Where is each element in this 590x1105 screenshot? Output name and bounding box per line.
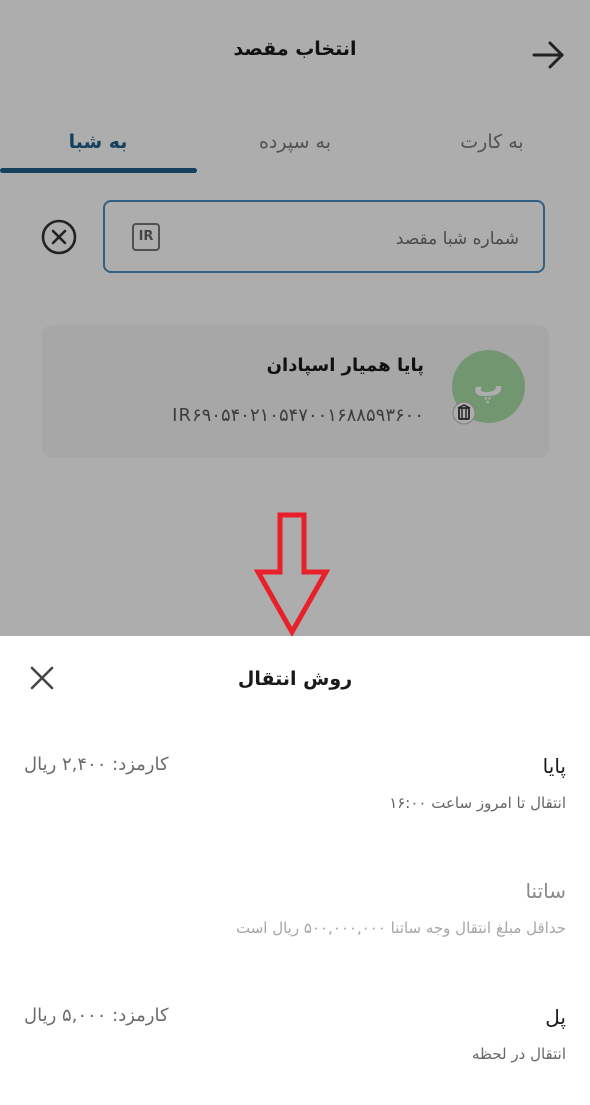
transfer-method-sheet: روش انتقال پایا انتقال تا امروز ساعت ۱۶:… [0, 636, 590, 1101]
option-pol[interactable]: پل انتقال در لحظه کارمزد: ۵,۰۰۰ ریال [0, 1005, 590, 1105]
option-paya[interactable]: پایا انتقال تا امروز ساعت ۱۶:۰۰ کارمزد: … [0, 754, 590, 854]
option-name: پل [545, 1005, 566, 1029]
option-description: انتقال تا امروز ساعت ۱۶:۰۰ [389, 794, 566, 812]
down-arrow-annotation-icon [254, 512, 330, 636]
option-description: انتقال در لحظه [472, 1045, 566, 1063]
option-fee: کارمزد: ۲,۴۰۰ ریال [24, 754, 169, 775]
option-name: پایا [542, 754, 566, 778]
sheet-title: روش انتقال [237, 668, 353, 690]
option-description: حداقل مبلغ انتقال وجه ساتنا ۵۰۰,۰۰۰,۰۰۰ … [235, 919, 566, 937]
option-name: ساتنا [525, 879, 566, 903]
close-icon[interactable] [28, 664, 56, 692]
option-satna: ساتنا حداقل مبلغ انتقال وجه ساتنا ۵۰۰,۰۰… [0, 879, 590, 979]
option-fee: کارمزد: ۵,۰۰۰ ریال [24, 1005, 169, 1026]
